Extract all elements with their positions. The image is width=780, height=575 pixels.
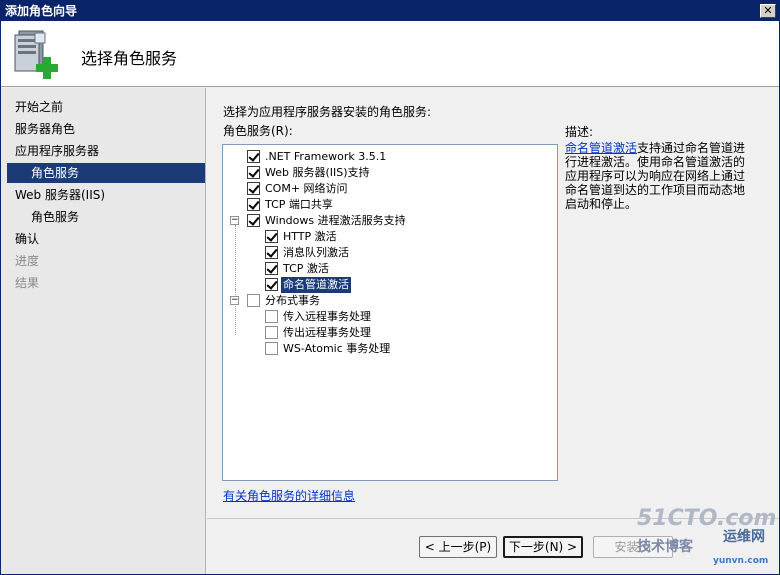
checkbox-tcp-port-sharing[interactable] bbox=[247, 198, 260, 211]
watermark: 51CTO.com 技术博客 运维网 yunvn.com bbox=[635, 506, 779, 572]
title-bar[interactable]: 添加角色向导 ✕ bbox=[1, 1, 779, 21]
watermark-subtext: 技术博客 bbox=[637, 539, 693, 555]
close-button[interactable]: ✕ bbox=[760, 4, 776, 18]
description-body: 命名管道激活支持通过命名管道进行进程激活。使用命名管道激活的应用程序可以为响应在… bbox=[565, 141, 755, 211]
sidebar-item-web-role-services[interactable]: 角色服务 bbox=[1, 207, 205, 227]
checkbox-named-pipes-activation[interactable] bbox=[265, 278, 278, 291]
sidebar-item-server-roles[interactable]: 服务器角色 bbox=[1, 119, 205, 139]
checkbox-was-support[interactable] bbox=[247, 214, 260, 227]
checkbox-outgoing-remote-transactions[interactable] bbox=[265, 326, 278, 339]
collapse-icon[interactable]: − bbox=[230, 296, 239, 305]
sidebar-item-results: 结果 bbox=[15, 276, 40, 290]
watermark-url: yunvn.com bbox=[713, 556, 769, 566]
checkbox-net-framework[interactable] bbox=[247, 150, 260, 163]
sidebar-item-before-you-begin[interactable]: 开始之前 bbox=[1, 97, 205, 117]
sidebar-item-confirmation[interactable]: 确认 bbox=[1, 229, 205, 249]
sidebar-item-progress: 进度 bbox=[15, 254, 40, 268]
wizard-sidebar: 开始之前 服务器角色 应用程序服务器 角色服务 Web 服务器(IIS) 角色服… bbox=[1, 88, 206, 574]
collapse-icon[interactable]: − bbox=[230, 216, 239, 225]
checkbox-distributed-transactions[interactable] bbox=[247, 294, 260, 307]
checkbox-web-server-support[interactable] bbox=[247, 166, 260, 179]
next-button[interactable]: 下一步(N) > bbox=[503, 536, 583, 558]
watermark-site: 运维网 bbox=[723, 529, 765, 545]
main-content: 选择为应用程序服务器安装的角色服务: 角色服务(R): .NET Framewo… bbox=[207, 88, 779, 518]
checkbox-incoming-remote-transactions[interactable] bbox=[265, 310, 278, 323]
page-title: 选择角色服务 bbox=[81, 49, 178, 68]
more-info-link[interactable]: 有关角色服务的详细信息 bbox=[223, 487, 355, 504]
checkbox-msmq-activation[interactable] bbox=[265, 246, 278, 259]
checkbox-ws-atomic-transactions[interactable] bbox=[265, 342, 278, 355]
wizard-window: 添加角色向导 ✕ 选择角色服务 开始之前 服务器角色 应用程序服务器 角色服务 … bbox=[0, 0, 780, 575]
role-services-label: 角色服务(R): bbox=[223, 124, 293, 138]
server-add-icon bbox=[14, 30, 58, 79]
checkbox-http-activation[interactable] bbox=[265, 230, 278, 243]
checkbox-tcp-activation[interactable] bbox=[265, 262, 278, 275]
back-button[interactable]: < 上一步(P) bbox=[419, 536, 497, 558]
close-icon: ✕ bbox=[763, 4, 773, 17]
description-title: 描述: bbox=[565, 125, 594, 139]
sidebar-item-web-server-iis[interactable]: Web 服务器(IIS) bbox=[1, 185, 205, 205]
sidebar-item-app-role-services[interactable]: 角色服务 bbox=[7, 163, 205, 183]
window-title: 添加角色向导 bbox=[5, 4, 78, 18]
wizard-header: 选择角色服务 bbox=[1, 21, 779, 87]
sidebar-item-application-server[interactable]: 应用程序服务器 bbox=[1, 141, 205, 161]
checkbox-com-network-access[interactable] bbox=[247, 182, 260, 195]
description-link[interactable]: 命名管道激活 bbox=[565, 141, 637, 155]
role-services-tree[interactable]: .NET Framework 3.5.1 Web 服务器(IIS)支持 COM+… bbox=[222, 144, 558, 481]
instruction-text: 选择为应用程序服务器安装的角色服务: bbox=[223, 105, 432, 119]
